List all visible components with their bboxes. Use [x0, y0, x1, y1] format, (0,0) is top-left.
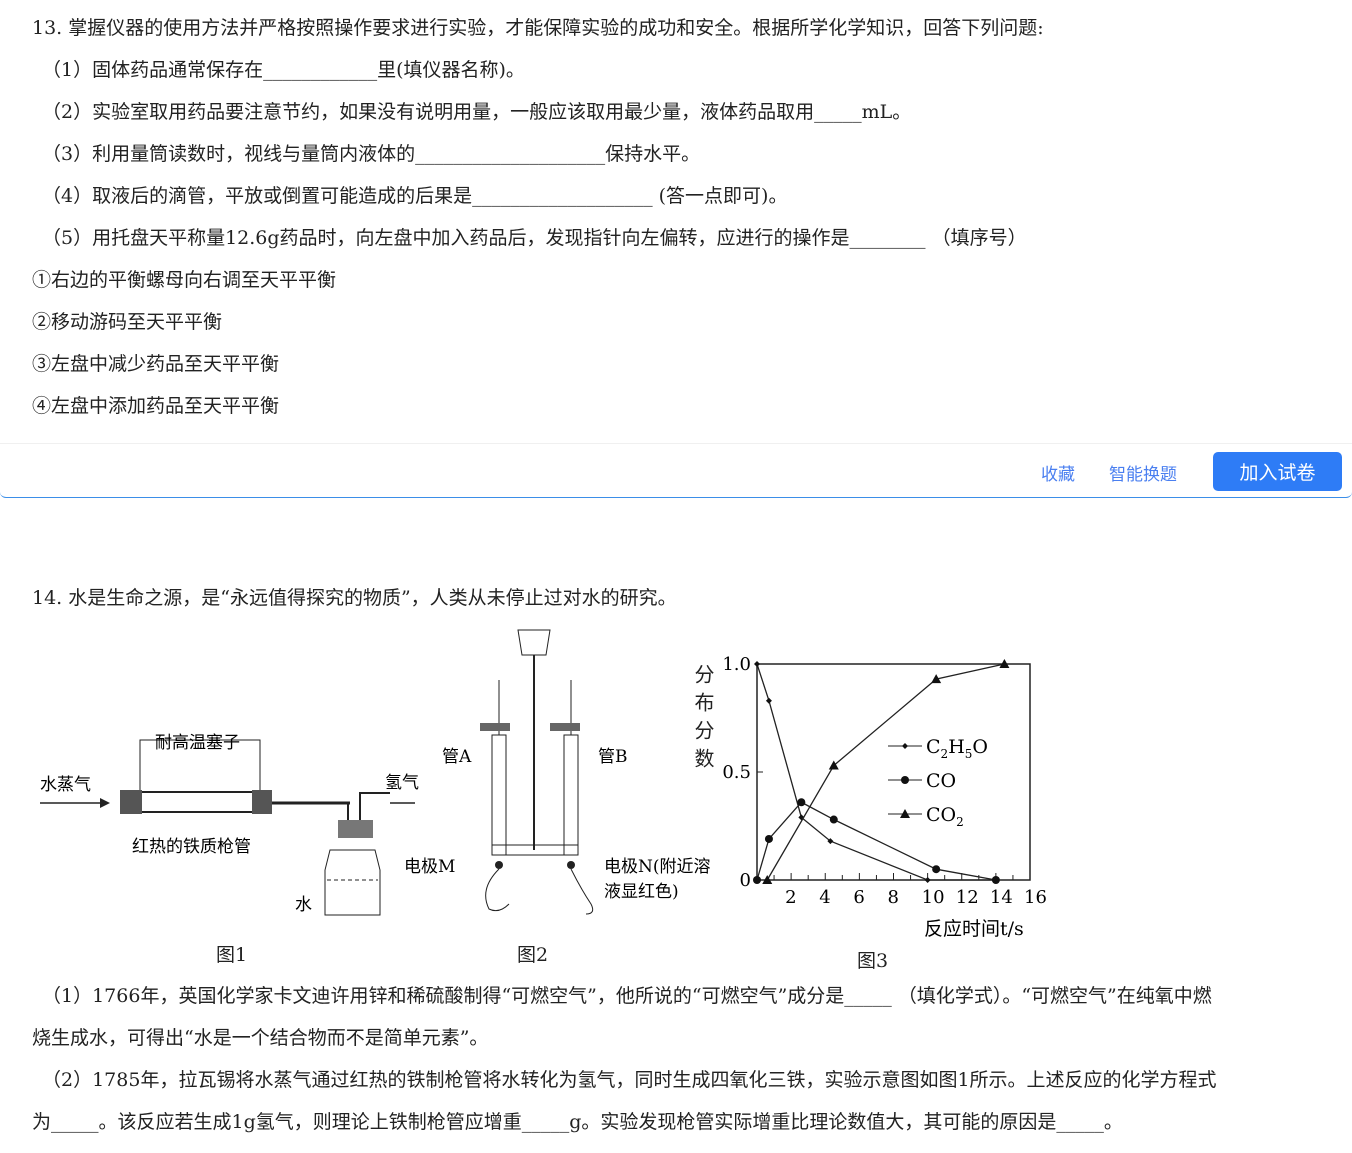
q13-part-4: （4）取液后的滴管，平放或倒置可能造成的后果是_________________… — [42, 185, 788, 207]
q14-part-1-cont: 烧生成水，可得出“水是一个结合物而不是简单元素”。 — [32, 1027, 489, 1049]
data-point-co — [764, 834, 773, 843]
figure-3-chart: 反应时间t/s 2 4 6 8 10 12 14 16 0 0.5 1.0 C2H5O CO CO2 — [722, 654, 1047, 940]
data-point-co — [753, 876, 761, 884]
q13-option-4: ④左盘中添加药品至天平平衡 — [32, 395, 280, 417]
fig1-steam-label: 水蒸气 — [40, 775, 91, 795]
x-tick-label: 12 — [956, 887, 979, 908]
series-line-co — [756, 801, 996, 881]
x-tick-label: 8 — [888, 887, 899, 908]
q13-part-5: （5）用托盘天平称量12.6g药品时，向左盘中加入药品后，发现指针向左偏转，应进… — [42, 227, 1027, 249]
favorite-link[interactable]: 收藏 — [1041, 460, 1075, 485]
legend-label-co2: CO2 — [926, 804, 964, 829]
x-tick-label: 4 — [819, 887, 830, 908]
x-axis-label: 反应时间t/s — [924, 918, 1024, 940]
fig1-tube-label: 红热的铁质枪管 — [132, 837, 251, 857]
x-tick-label: 14 — [990, 887, 1013, 908]
q13-part-3: （3）利用量筒读数时，视线与量筒内液体的____________________… — [42, 143, 701, 165]
q13-option-1: ①右边的平衡螺母向右调至天平平衡 — [32, 269, 337, 291]
fig2-electrode-m-label: 电极M — [404, 857, 455, 877]
data-point-c2h5o — [765, 697, 772, 704]
figure-1-apparatus: 水蒸气 耐高温塞子 氢气 红热的铁质枪管 水 — [40, 733, 419, 916]
series-line-co2 — [766, 663, 1005, 881]
q13-stem: 13. 掌握仪器的使用方法并严格按照操作要求进行实验，才能保障实验的成功和安全。… — [32, 17, 1044, 39]
data-point-c2h5o — [924, 877, 931, 883]
plot-frame — [756, 663, 1031, 881]
y-tick-label: 0.5 — [722, 762, 751, 783]
y-tick-label: 1.0 — [722, 654, 751, 675]
fig2-tube-b-label: 管B — [598, 747, 628, 767]
q14-part-2-cont: 为_____。该反应若生成1g氢气，则理论上铁制枪管应增重_____g。实验发现… — [32, 1111, 1123, 1133]
fig1-caption: 图1 — [216, 944, 248, 966]
legend-label-co: CO — [926, 770, 956, 792]
fig2-electrode-n-label-2: 液显红色) — [604, 882, 679, 902]
q13-option-2: ②移动游码至天平平衡 — [32, 311, 223, 333]
fig2-caption: 图2 — [517, 944, 549, 966]
x-tick-label: 16 — [1024, 887, 1047, 908]
q14-part-2: （2）1785年，拉瓦锡将水蒸气通过红热的铁制枪管将水转化为氢气，同时生成四氧化… — [42, 1069, 1217, 1091]
q14-stem: 14. 水是生命之源，是“永远值得探究的物质”，人类从未停止过对水的研究。 — [32, 587, 677, 609]
x-tick-label: 10 — [922, 887, 945, 908]
data-point-co — [991, 876, 1000, 884]
fig1-stopper-label: 耐高温塞子 — [155, 733, 240, 753]
q14-part-1: （1）1766年，英国化学家卡文迪许用锌和稀硫酸制得“可燃空气”，他所说的“可燃… — [42, 985, 1212, 1007]
data-point-co — [829, 815, 838, 824]
data-point-c2h5o — [754, 661, 760, 667]
q13-part-1: （1）固体药品通常保存在____________里(填仪器名称)。 — [42, 59, 525, 81]
q13-part-2: （2）实验室取用药品要注意节约，如果没有说明用量，一般应该取用最少量，液体药品取… — [42, 101, 912, 123]
legend-marker — [901, 776, 909, 784]
data-point-co — [932, 865, 941, 874]
y-axis-label: 分布分数 — [691, 664, 715, 776]
fig3-caption: 图3 — [857, 950, 889, 972]
data-point-co — [797, 798, 806, 807]
x-tick-label: 6 — [853, 887, 864, 908]
fig2-tube-a-label: 管A — [442, 747, 472, 767]
add-to-paper-button[interactable]: 加入试卷 — [1213, 452, 1342, 491]
legend-marker — [902, 743, 908, 749]
x-tick-label: 2 — [785, 887, 796, 908]
y-tick-label: 0 — [740, 870, 751, 891]
smart-swap-link[interactable]: 智能换题 — [1109, 460, 1177, 485]
series-line-c2h5o — [756, 663, 996, 881]
legend-label-c2h5o: C2H5O — [926, 736, 988, 761]
q13-option-3: ③左盘中减少药品至天平平衡 — [32, 353, 280, 375]
fig1-water-label: 水 — [295, 895, 312, 915]
